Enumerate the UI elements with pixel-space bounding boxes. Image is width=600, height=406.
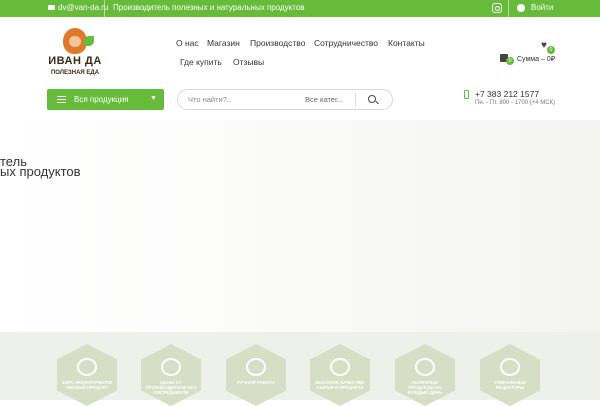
feature-caption: ЦЕНЫ ОТ ПРОИЗВОДИТЕЛЯ БЕЗ ПОСРЕДНИКОВ (145, 380, 197, 395)
search-bar: Что найти?.. Все катег... (177, 89, 393, 110)
email-link[interactable]: dv@van-da.ru (48, 3, 108, 12)
feature-caption: ПОЛЕЗНЫЕ ПРОДУКТЫ НА КАЖДЫЙ ДЕНЬ (407, 380, 443, 395)
nav-item-about[interactable]: О нас (176, 38, 199, 48)
search-icon[interactable] (368, 95, 376, 103)
cart-sum: Сумма – 0₽ (517, 56, 556, 63)
instagram-icon[interactable] (492, 3, 502, 13)
chevron-down-icon: ▼ (150, 95, 157, 102)
cart-count-badge: 0 (506, 57, 514, 65)
fruits-icon (415, 358, 435, 376)
plate-icon (500, 358, 520, 376)
leaf-icon (84, 36, 94, 46)
search-input[interactable]: Что найти?.. (188, 95, 231, 104)
feature-badge: ПОЛЕЗНЫЕ ПРОДУКТЫ НА КАЖДЫЙ ДЕНЬ (395, 344, 455, 406)
logo-tagline: ПОЛЕЗНАЯ ЕДА (50, 70, 100, 76)
nav-item-shop[interactable]: Магазин (207, 38, 240, 48)
wheat-icon (330, 358, 350, 376)
feature-caption: РУЧНАЯ РАБОТА (236, 380, 276, 385)
catalog-label: Вся продукция (74, 95, 129, 104)
wishlist-count-badge: 0 (547, 46, 555, 54)
divider (355, 93, 356, 106)
slogan: Производитель полезных и натуральных про… (113, 3, 305, 12)
email-text[interactable]: dv@van-da.ru (58, 3, 108, 12)
feature-badge: ВЫСОКОЕ КАЧЕСТВО СЫРЬЯ И ПРОДУКТА (310, 344, 370, 406)
magnifier-leaf-icon (77, 358, 97, 376)
nav-item-production[interactable]: Производство (250, 38, 305, 48)
envelope-icon (48, 5, 55, 10)
top-bar: dv@van-da.ru Производитель полезных и на… (0, 0, 600, 17)
hero-banner: тель ых продуктов (0, 120, 600, 332)
logo-name: ИВАН ДА (48, 55, 102, 67)
login-link[interactable]: Войти (517, 3, 553, 12)
nav-item-reviews[interactable]: Отзывы (233, 57, 264, 67)
logo[interactable]: ИВАН ДА ПОЛЕЗНАЯ ЕДА (44, 28, 106, 86)
feature-badge: ЦЕНЫ ОТ ПРОИЗВОДИТЕЛЯ БЕЗ ПОСРЕДНИКОВ (141, 344, 201, 406)
nav-item-cooperation[interactable]: Сотрудничество (314, 38, 378, 48)
contact-phone: +7 383 212 1577 Пн. - Пт. 800 - 1700 (+4… (464, 89, 564, 111)
menu-icon (57, 96, 66, 103)
search-category-select[interactable]: Все катег... (305, 95, 343, 104)
feature-caption: 100% ЭКОЛОГИЧЕСКИ ЧИСТЫЙ ПРОДУКТ (62, 380, 112, 390)
phone-number[interactable]: +7 383 212 1577 (475, 89, 539, 99)
user-icon (517, 3, 525, 12)
login-label[interactable]: Войти (531, 3, 553, 12)
phone-icon (464, 90, 469, 99)
tractor-icon (161, 358, 181, 376)
features-strip: 100% ЭКОЛОГИЧЕСКИ ЧИСТЫЙ ПРОДУКТ ЦЕНЫ ОТ… (0, 332, 600, 406)
catalog-button[interactable]: Вся продукция ▼ (47, 89, 164, 110)
cart-widget[interactable]: 0 ♥ 0 Сумма – 0₽ (500, 40, 556, 66)
feature-caption: ВЫСОКОЕ КАЧЕСТВО СЫРЬЯ И ПРОДУКТА (315, 380, 365, 390)
work-hours: Пн. - Пт. 800 - 1700 (+4 МСК) (475, 100, 556, 106)
divider (104, 0, 105, 17)
feature-caption: УНИКАЛЬНЫЕ РЕЦЕПТУРЫ (493, 380, 527, 390)
hero-title-line2: ых продуктов (0, 164, 81, 179)
nav-item-contacts[interactable]: Контакты (388, 38, 425, 48)
divider (508, 0, 509, 17)
feature-badge: УНИКАЛЬНЫЕ РЕЦЕПТУРЫ (480, 344, 540, 406)
feature-badge: РУЧНАЯ РАБОТА (226, 344, 286, 406)
feature-badge: 100% ЭКОЛОГИЧЕСКИ ЧИСТЫЙ ПРОДУКТ (57, 344, 117, 406)
hand-icon (246, 358, 266, 376)
nav-item-where-to-buy[interactable]: Где купить (180, 57, 222, 67)
